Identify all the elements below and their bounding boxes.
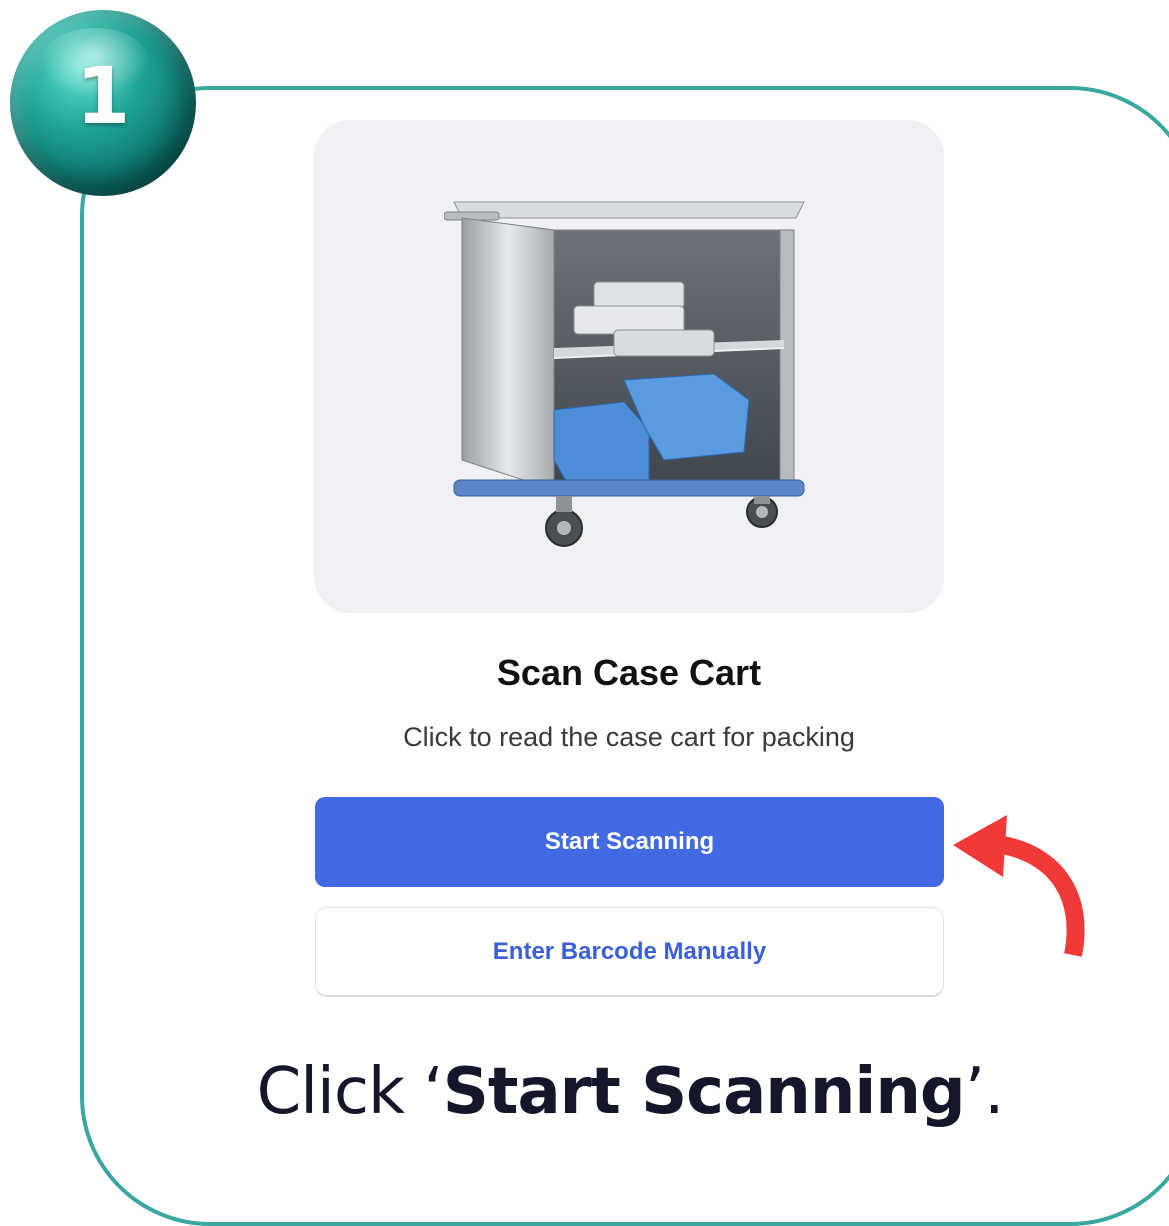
caption-emphasis: Start Scanning — [442, 1055, 966, 1129]
caption-prefix: Click ‘ — [256, 1055, 444, 1129]
step-badge: 1 — [10, 10, 196, 196]
caption-suffix: ’. — [964, 1055, 1005, 1129]
card-title: Scan Case Cart — [496, 652, 762, 693]
step-number: 1 — [75, 52, 131, 142]
case-cart-image — [444, 201, 805, 547]
start-scanning-button[interactable]: Start Scanning — [315, 797, 944, 887]
instruction-caption: Click ‘Start Scanning’. — [80, 1055, 1169, 1129]
card-subtitle: Click to read the case cart for packing — [403, 722, 855, 752]
curved-arrow-icon — [953, 815, 1085, 957]
case-cart-image-card — [314, 120, 944, 613]
enter-barcode-manually-button[interactable]: Enter Barcode Manually — [315, 907, 944, 997]
